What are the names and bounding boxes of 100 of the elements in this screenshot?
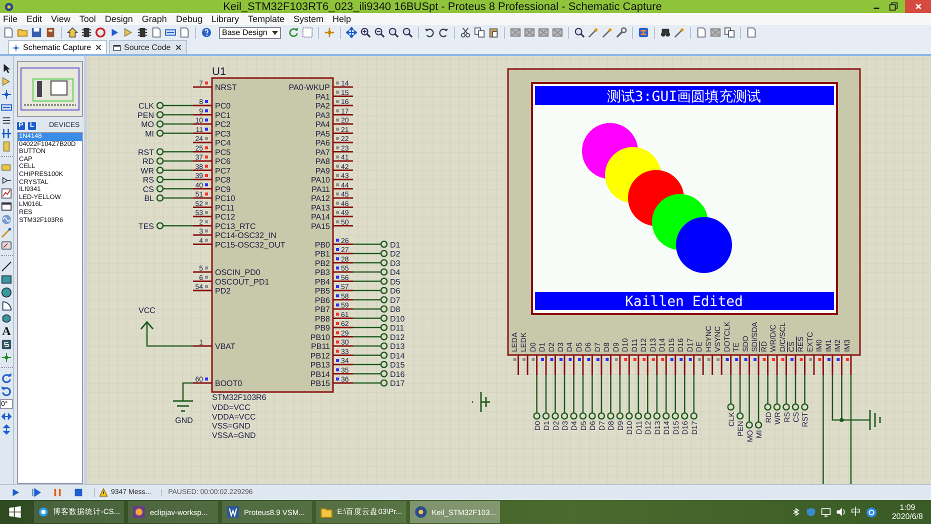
menu-item[interactable]: System	[294, 14, 324, 24]
pin-name: PB1	[314, 250, 330, 258]
pin-name: PB14	[310, 370, 330, 379]
tab[interactable]: Schematic Capture	[8, 40, 108, 54]
net-label: D10	[390, 314, 405, 324]
pin-name: PA11	[312, 184, 330, 194]
pin-name: PA8	[315, 157, 330, 166]
pin-name: PB2	[314, 258, 330, 268]
pin-name: PC6	[215, 157, 231, 166]
pin-name: PA9	[315, 166, 330, 176]
pin-name: PC1	[215, 110, 231, 120]
pin-name: PA10	[311, 176, 330, 184]
menu-item[interactable]: Graph	[142, 14, 167, 24]
pin-name: PB15	[310, 379, 330, 388]
pin-name: PA14	[311, 212, 330, 222]
screen-footer: Kaillen Edited	[625, 294, 743, 310]
pin-name: PA12	[311, 194, 330, 203]
net-label: D17	[390, 379, 405, 388]
net-label: D12	[390, 332, 405, 342]
pin-name: PA5	[315, 129, 330, 138]
pin-name: PC0	[215, 102, 231, 110]
net-label: CLK	[138, 102, 154, 110]
net-label: D8	[390, 305, 400, 314]
pin-name: PA6	[315, 138, 330, 148]
pin-name: PB10	[310, 332, 330, 342]
net-label: RST	[138, 148, 154, 157]
pin-name: PB4	[314, 277, 330, 286]
pin-name: PA2	[315, 102, 330, 110]
pin-name: PB6	[314, 296, 330, 305]
pin-name: PB12	[310, 351, 330, 360]
pin-name: PB3	[314, 268, 330, 277]
menu-item[interactable]: Tool	[79, 14, 96, 24]
net-label: RS	[142, 176, 154, 184]
pin-name: PC14-OSC32_IN	[215, 231, 276, 240]
pin-name: PA15	[311, 222, 330, 231]
pin-name: PB9	[314, 324, 330, 332]
text-tool[interactable]: A	[2, 326, 11, 337]
menu-item[interactable]: Template	[248, 14, 285, 24]
design-select[interactable]: Base Design	[219, 26, 281, 38]
net-label: CS	[142, 184, 154, 194]
pin-name: PC10	[215, 194, 236, 203]
pin-name: PA1	[315, 92, 330, 102]
screen-title: 测试3:GUI画圆填充测试	[606, 89, 762, 105]
tab[interactable]: Source Code	[109, 40, 187, 54]
pin-name: PD2	[215, 286, 231, 296]
pin-name: PB5	[314, 286, 330, 296]
pin-name: PA7	[315, 148, 330, 157]
part-name: STM32F103R6	[212, 393, 266, 402]
pin-name: PC9	[215, 184, 231, 194]
menu-item[interactable]: Design	[104, 14, 133, 24]
net-label: RD	[142, 157, 154, 166]
menu-item[interactable]: File	[3, 14, 18, 24]
pin-name: PB11	[311, 342, 330, 351]
property-text: VDDA=VCC	[212, 412, 256, 422]
net-label: D2	[390, 250, 400, 258]
pin-name: PB7	[314, 305, 330, 314]
menu-item[interactable]: Help	[332, 14, 352, 24]
net-label: WR	[140, 166, 154, 176]
pin-name: PC5	[215, 148, 231, 157]
net-label: D16	[390, 370, 405, 379]
net-label: MO	[141, 120, 154, 129]
pin-name: PC11	[215, 203, 234, 212]
pin-name: PA4	[315, 120, 330, 129]
pin-name: PC7	[215, 166, 231, 176]
net-label: D13	[390, 342, 405, 351]
pin-name: BOOT0	[215, 379, 242, 388]
net-label: D3	[390, 258, 400, 268]
ground-label: GND	[175, 416, 193, 425]
clock-date: 2020/6/8	[892, 512, 923, 521]
pin-name: PC15-OSC32_OUT	[215, 240, 286, 250]
menu-item[interactable]: Library	[211, 14, 239, 24]
net-label: D4	[390, 268, 400, 277]
pin-name: PB0	[314, 240, 330, 250]
pin-name: PA0-WKUP	[288, 83, 330, 92]
net-label: D11	[390, 324, 404, 332]
menu-item[interactable]: View	[51, 14, 70, 24]
pin-name: PC13_RTC	[215, 222, 256, 231]
net-label: D6	[390, 286, 400, 296]
net-label: D5	[390, 277, 400, 286]
input-method-indicator[interactable]: 中	[850, 505, 861, 519]
pin-name: PA3	[315, 110, 330, 120]
property-text: VSS=GND	[212, 422, 250, 431]
pin-name: PC12	[215, 212, 236, 222]
property-text: VDD=VCC	[212, 403, 250, 412]
component-reference: U1	[212, 66, 226, 78]
pin-name: PC8	[215, 176, 231, 184]
pin-name: PB8	[314, 314, 330, 324]
menu-item[interactable]: Debug	[176, 14, 202, 24]
window-title: Keil_STM32F103RT6_023_ili9340 16BUSpt - Proteus 8 Professional - Schematic Capture	[222, 0, 663, 12]
net-label: MI	[145, 129, 154, 138]
pin-name: VBAT	[215, 342, 236, 351]
net-label: D1	[390, 240, 400, 250]
menu-item[interactable]: Edit	[26, 14, 42, 24]
pin-name: OSCIN_PD0	[215, 268, 260, 277]
net-label: D15	[390, 360, 405, 370]
pin-name: PB13	[310, 360, 330, 370]
net-label: D7	[390, 296, 400, 305]
net-label: D14	[390, 351, 405, 360]
property-text: VSSA=GND	[212, 430, 256, 440]
clock-time: 1:09	[900, 503, 916, 512]
